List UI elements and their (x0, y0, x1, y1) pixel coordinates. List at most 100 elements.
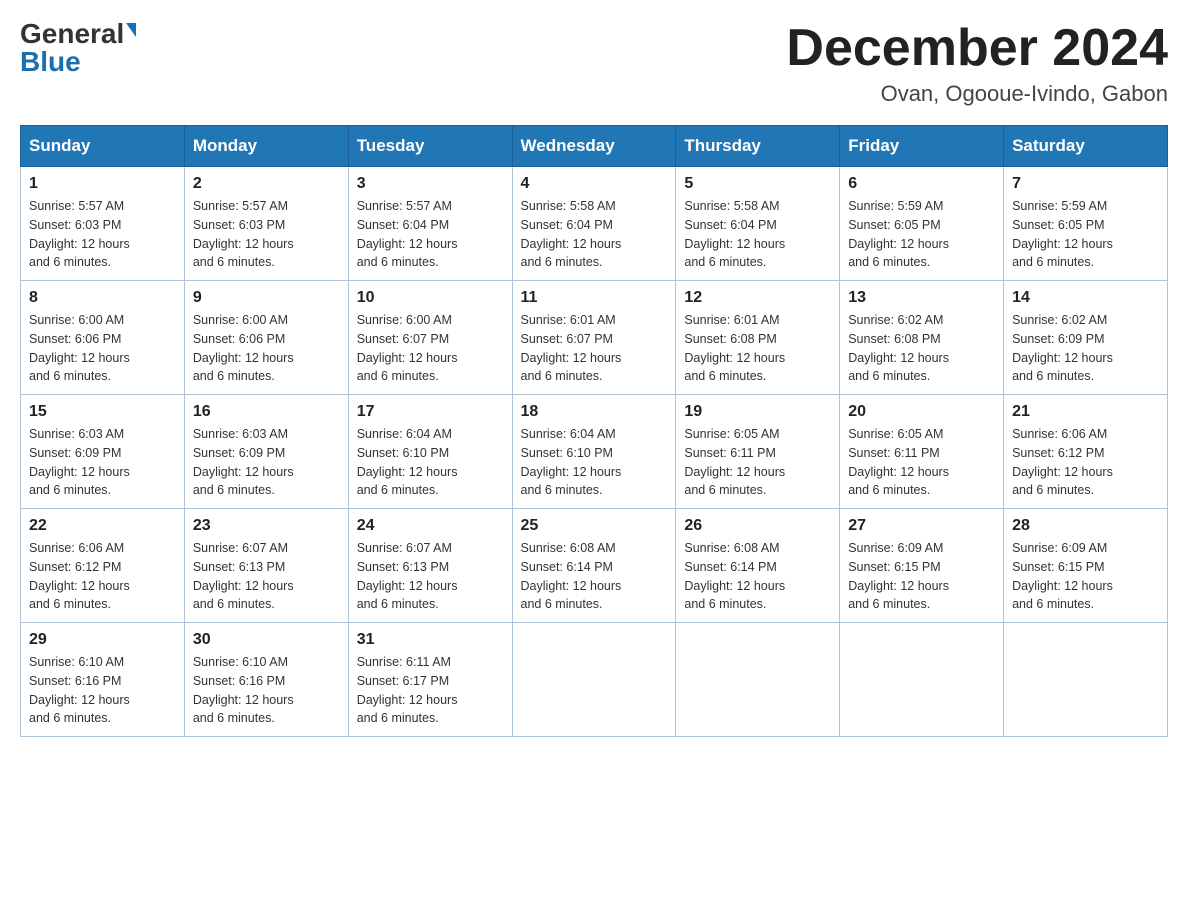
day-number: 13 (848, 289, 995, 307)
day-number: 1 (29, 175, 176, 193)
calendar-week-row: 8 Sunrise: 6:00 AMSunset: 6:06 PMDaylight… (21, 281, 1168, 395)
calendar-cell (1004, 623, 1168, 737)
calendar-cell: 15 Sunrise: 6:03 AMSunset: 6:09 PMDayligh… (21, 395, 185, 509)
day-info: Sunrise: 5:57 AMSunset: 6:03 PMDaylight:… (29, 197, 176, 272)
calendar-cell: 29 Sunrise: 6:10 AMSunset: 6:16 PMDayligh… (21, 623, 185, 737)
day-number: 8 (29, 289, 176, 307)
day-info: Sunrise: 6:00 AMSunset: 6:06 PMDaylight:… (29, 311, 176, 386)
day-info: Sunrise: 6:07 AMSunset: 6:13 PMDaylight:… (357, 539, 504, 614)
day-number: 3 (357, 175, 504, 193)
day-info: Sunrise: 6:08 AMSunset: 6:14 PMDaylight:… (684, 539, 831, 614)
column-header-saturday: Saturday (1004, 126, 1168, 167)
calendar-cell: 10 Sunrise: 6:00 AMSunset: 6:07 PMDayligh… (348, 281, 512, 395)
day-info: Sunrise: 6:10 AMSunset: 6:16 PMDaylight:… (29, 653, 176, 728)
column-header-friday: Friday (840, 126, 1004, 167)
calendar-cell: 16 Sunrise: 6:03 AMSunset: 6:09 PMDayligh… (184, 395, 348, 509)
day-number: 31 (357, 631, 504, 649)
calendar-cell: 5 Sunrise: 5:58 AMSunset: 6:04 PMDaylight… (676, 167, 840, 281)
day-info: Sunrise: 5:57 AMSunset: 6:04 PMDaylight:… (357, 197, 504, 272)
day-info: Sunrise: 6:00 AMSunset: 6:06 PMDaylight:… (193, 311, 340, 386)
logo: General Blue (20, 20, 136, 76)
day-info: Sunrise: 6:09 AMSunset: 6:15 PMDaylight:… (848, 539, 995, 614)
day-info: Sunrise: 6:10 AMSunset: 6:16 PMDaylight:… (193, 653, 340, 728)
day-number: 6 (848, 175, 995, 193)
column-header-thursday: Thursday (676, 126, 840, 167)
calendar-cell: 30Sunrise: 6:10 AMSunset: 6:16 PMDayligh… (184, 623, 348, 737)
calendar-cell: 14 Sunrise: 6:02 AMSunset: 6:09 PMDayligh… (1004, 281, 1168, 395)
day-number: 15 (29, 403, 176, 421)
day-info: Sunrise: 6:04 AMSunset: 6:10 PMDaylight:… (521, 425, 668, 500)
day-number: 7 (1012, 175, 1159, 193)
day-number: 29 (29, 631, 176, 649)
day-number: 11 (521, 289, 668, 307)
day-number: 20 (848, 403, 995, 421)
day-number: 14 (1012, 289, 1159, 307)
day-number: 27 (848, 517, 995, 535)
day-number: 9 (193, 289, 340, 307)
title-section: December 2024 Ovan, Ogooue-Ivindo, Gabon (786, 20, 1168, 107)
day-number: 18 (521, 403, 668, 421)
calendar-cell (676, 623, 840, 737)
calendar-week-row: 1 Sunrise: 5:57 AMSunset: 6:03 PMDaylight… (21, 167, 1168, 281)
day-info: Sunrise: 5:59 AMSunset: 6:05 PMDaylight:… (1012, 197, 1159, 272)
calendar-cell (512, 623, 676, 737)
day-info: Sunrise: 6:07 AMSunset: 6:13 PMDaylight:… (193, 539, 340, 614)
day-info: Sunrise: 6:05 AMSunset: 6:11 PMDaylight:… (848, 425, 995, 500)
day-info: Sunrise: 6:11 AMSunset: 6:17 PMDaylight:… (357, 653, 504, 728)
calendar-cell: 24 Sunrise: 6:07 AMSunset: 6:13 PMDayligh… (348, 509, 512, 623)
calendar-cell: 8 Sunrise: 6:00 AMSunset: 6:06 PMDaylight… (21, 281, 185, 395)
page-header: General Blue December 2024 Ovan, Ogooue-… (20, 20, 1168, 107)
calendar-subtitle: Ovan, Ogooue-Ivindo, Gabon (786, 81, 1168, 107)
calendar-cell: 1 Sunrise: 5:57 AMSunset: 6:03 PMDaylight… (21, 167, 185, 281)
calendar-cell: 17 Sunrise: 6:04 AMSunset: 6:10 PMDayligh… (348, 395, 512, 509)
day-info: Sunrise: 5:59 AMSunset: 6:05 PMDaylight:… (848, 197, 995, 272)
day-number: 5 (684, 175, 831, 193)
calendar-week-row: 29 Sunrise: 6:10 AMSunset: 6:16 PMDayligh… (21, 623, 1168, 737)
calendar-week-row: 15 Sunrise: 6:03 AMSunset: 6:09 PMDayligh… (21, 395, 1168, 509)
day-number: 16 (193, 403, 340, 421)
day-number: 17 (357, 403, 504, 421)
day-info: Sunrise: 6:03 AMSunset: 6:09 PMDaylight:… (193, 425, 340, 500)
day-info: Sunrise: 5:58 AMSunset: 6:04 PMDaylight:… (521, 197, 668, 272)
day-info: Sunrise: 6:02 AMSunset: 6:08 PMDaylight:… (848, 311, 995, 386)
day-number: 24 (357, 517, 504, 535)
calendar-cell: 31 Sunrise: 6:11 AMSunset: 6:17 PMDayligh… (348, 623, 512, 737)
calendar-cell: 23Sunrise: 6:07 AMSunset: 6:13 PMDayligh… (184, 509, 348, 623)
calendar-cell: 18 Sunrise: 6:04 AMSunset: 6:10 PMDayligh… (512, 395, 676, 509)
calendar-cell: 13 Sunrise: 6:02 AMSunset: 6:08 PMDayligh… (840, 281, 1004, 395)
calendar-cell: 28Sunrise: 6:09 AMSunset: 6:15 PMDayligh… (1004, 509, 1168, 623)
logo-blue: Blue (20, 48, 81, 76)
day-info: Sunrise: 5:58 AMSunset: 6:04 PMDaylight:… (684, 197, 831, 272)
day-number: 21 (1012, 403, 1159, 421)
day-info: Sunrise: 6:08 AMSunset: 6:14 PMDaylight:… (521, 539, 668, 614)
calendar-header-row: SundayMondayTuesdayWednesdayThursdayFrid… (21, 126, 1168, 167)
day-info: Sunrise: 6:09 AMSunset: 6:15 PMDaylight:… (1012, 539, 1159, 614)
column-header-monday: Monday (184, 126, 348, 167)
day-number: 19 (684, 403, 831, 421)
logo-arrow-icon (126, 23, 136, 37)
day-info: Sunrise: 6:00 AMSunset: 6:07 PMDaylight:… (357, 311, 504, 386)
day-info: Sunrise: 6:01 AMSunset: 6:07 PMDaylight:… (521, 311, 668, 386)
day-info: Sunrise: 5:57 AMSunset: 6:03 PMDaylight:… (193, 197, 340, 272)
day-info: Sunrise: 6:03 AMSunset: 6:09 PMDaylight:… (29, 425, 176, 500)
column-header-wednesday: Wednesday (512, 126, 676, 167)
column-header-sunday: Sunday (21, 126, 185, 167)
day-number: 22 (29, 517, 176, 535)
day-info: Sunrise: 6:02 AMSunset: 6:09 PMDaylight:… (1012, 311, 1159, 386)
calendar-cell: 22 Sunrise: 6:06 AMSunset: 6:12 PMDayligh… (21, 509, 185, 623)
day-number: 10 (357, 289, 504, 307)
calendar-cell: 7 Sunrise: 5:59 AMSunset: 6:05 PMDaylight… (1004, 167, 1168, 281)
calendar-table: SundayMondayTuesdayWednesdayThursdayFrid… (20, 125, 1168, 737)
column-header-tuesday: Tuesday (348, 126, 512, 167)
calendar-cell: 27 Sunrise: 6:09 AMSunset: 6:15 PMDayligh… (840, 509, 1004, 623)
day-info: Sunrise: 6:04 AMSunset: 6:10 PMDaylight:… (357, 425, 504, 500)
calendar-cell: 6 Sunrise: 5:59 AMSunset: 6:05 PMDaylight… (840, 167, 1004, 281)
calendar-cell: 21 Sunrise: 6:06 AMSunset: 6:12 PMDayligh… (1004, 395, 1168, 509)
calendar-cell: 2Sunrise: 5:57 AMSunset: 6:03 PMDaylight… (184, 167, 348, 281)
day-info: Sunrise: 6:06 AMSunset: 6:12 PMDaylight:… (1012, 425, 1159, 500)
day-number: 25 (521, 517, 668, 535)
day-info: Sunrise: 6:05 AMSunset: 6:11 PMDaylight:… (684, 425, 831, 500)
day-info: Sunrise: 6:06 AMSunset: 6:12 PMDaylight:… (29, 539, 176, 614)
calendar-week-row: 22 Sunrise: 6:06 AMSunset: 6:12 PMDayligh… (21, 509, 1168, 623)
calendar-cell: 19 Sunrise: 6:05 AMSunset: 6:11 PMDayligh… (676, 395, 840, 509)
